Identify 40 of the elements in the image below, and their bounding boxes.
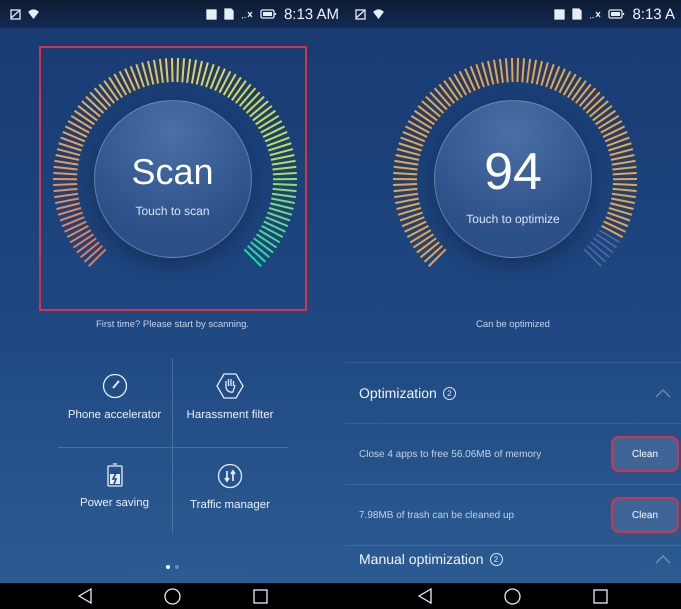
arrows-up-down-icon [217, 463, 243, 489]
tool-shortcut[interactable]: Phone accelerator [58, 358, 172, 448]
tool-shortcut[interactable]: Power saving [58, 448, 172, 533]
no-signal-icon [589, 9, 602, 19]
home-icon[interactable] [164, 588, 180, 604]
back-icon[interactable] [418, 588, 432, 604]
clean-button[interactable]: Clean [611, 436, 679, 472]
gauge-caption: First time? Please start by scanning. [96, 319, 250, 330]
gauge-caption: Can be optimized [476, 319, 550, 330]
chevron-icon[interactable] [655, 388, 671, 398]
count-badge: 2 [442, 386, 456, 400]
hand-icon [216, 373, 244, 399]
battery-icon [608, 9, 626, 19]
speedometer-icon [102, 373, 128, 399]
optimization-item-text: 7.98MB of trash can be cleaned up [359, 510, 516, 520]
status-time: 8:13 AM [284, 6, 339, 22]
wifi-icon [28, 9, 39, 19]
no-signal-icon [240, 9, 253, 19]
sim-card-icon [572, 8, 582, 20]
recents-icon[interactable] [252, 588, 268, 604]
tool-shortcut[interactable]: Traffic manager [172, 448, 288, 533]
status-time: 8:13 A [632, 6, 675, 22]
gauge-dial-button[interactable]: Scan Touch to scan [94, 100, 252, 258]
sim-card-icon [224, 8, 234, 20]
tool-shortcut[interactable]: Harassment filter [172, 358, 288, 448]
back-icon[interactable] [78, 588, 92, 604]
wifi-icon [373, 9, 384, 19]
clean-button[interactable]: Clean [611, 497, 679, 533]
section-title: Manual optimization [359, 551, 484, 567]
image-icon [355, 8, 366, 20]
section-title: Optimization [359, 385, 437, 401]
battery-charging-icon [106, 463, 122, 487]
gauge-dial-button[interactable]: 94 Touch to optimize [434, 100, 592, 258]
count-badge: 2 [490, 552, 503, 566]
optimization-item-text: Close 4 apps to free 56.06MB of memory [359, 448, 542, 460]
home-icon[interactable] [504, 588, 521, 604]
gauge-empty-ticks [584, 229, 620, 267]
image-icon [10, 8, 21, 20]
recents-icon[interactable] [593, 588, 608, 604]
battery-icon [260, 9, 277, 19]
